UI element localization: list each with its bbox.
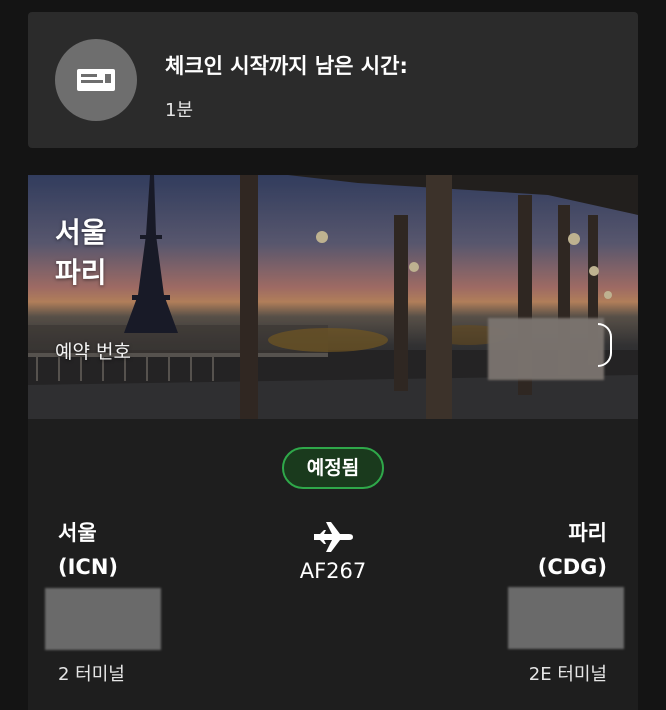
booking-number-redacted [488,318,604,380]
booking-number-label: 예약 번호 [55,341,131,363]
checkin-countdown-card[interactable]: 체크인 시작까지 남은 시간: 1분 [28,12,638,148]
destination-airport-code: (CDG) [537,555,607,579]
destination-time-redacted [508,587,624,649]
ticket-icon-circle [55,39,137,121]
trip-card[interactable]: 서울 파리 예약 번호 예정됨 서울 (ICN) AF267 파리 (CDG) … [28,175,638,710]
origin-city: 서울 [58,521,97,545]
destination-hero-image: 서울 파리 예약 번호 [28,175,638,419]
checkin-countdown-title: 체크인 시작까지 남은 시간: [165,54,408,78]
destination-city: 파리 [568,521,607,545]
destination-terminal: 2E 터미널 [528,664,607,685]
flight-status-badge: 예정됨 [282,447,384,489]
checkin-countdown-value: 1분 [165,100,194,121]
origin-terminal: 2 터미널 [58,664,125,685]
hero-destination-city: 파리 [55,256,107,289]
ticket-icon [77,69,115,91]
hero-origin-city: 서울 [55,216,107,249]
origin-airport-code: (ICN) [58,555,118,579]
airplane-icon [314,522,353,552]
flight-number: AF267 [299,559,367,583]
origin-time-redacted [45,588,161,650]
